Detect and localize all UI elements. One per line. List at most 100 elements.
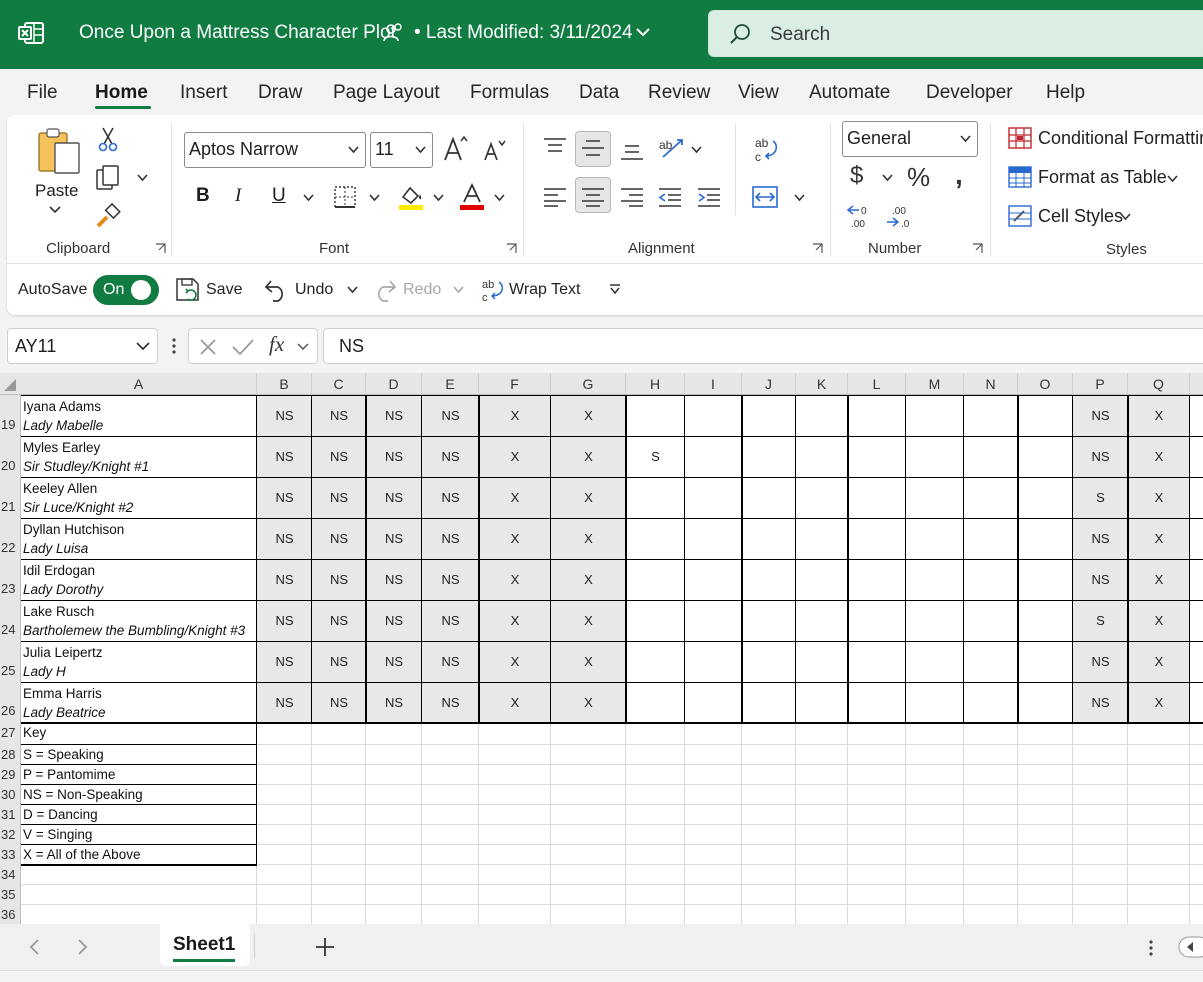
column-header-p[interactable]: P [1073, 373, 1128, 395]
shrink-font-icon[interactable] [483, 139, 507, 163]
increase-decimal-icon[interactable]: 0.00 [845, 203, 875, 229]
wrap-text-icon[interactable]: abc [753, 135, 779, 163]
grow-font-icon[interactable] [443, 135, 469, 163]
search-box[interactable]: Search [708, 10, 1203, 57]
comma-style-icon[interactable]: , [955, 159, 963, 191]
currency-icon[interactable]: $ [850, 162, 863, 190]
more-options-icon[interactable] [171, 337, 177, 355]
paste-icon[interactable] [35, 127, 83, 177]
sheet-tab[interactable]: Sheet1 [160, 924, 250, 966]
dialog-launcher-icon[interactable] [812, 243, 823, 254]
spreadsheet-grid[interactable]: Iyana Adams Lady Mabelle NS NS NS NS X X NS X Myle… [0, 373, 1203, 924]
dialog-launcher-icon[interactable] [972, 243, 983, 254]
column-header-o[interactable]: O [1018, 373, 1073, 395]
percent-icon[interactable]: % [907, 162, 930, 193]
column-header-k[interactable]: K [796, 373, 848, 395]
format-as-table-icon[interactable] [1008, 166, 1032, 188]
wrap-text-button[interactable]: Wrap Text [509, 281, 580, 299]
column-header-m[interactable]: M [906, 373, 964, 395]
format-painter-icon[interactable] [95, 203, 121, 229]
decrease-decimal-icon[interactable]: .00.0 [884, 203, 914, 229]
column-header-n[interactable]: N [964, 373, 1018, 395]
column-header-b[interactable]: B [257, 373, 312, 395]
tab-developer[interactable]: Developer [926, 82, 1013, 104]
bottom-align-icon[interactable] [620, 141, 644, 161]
top-align-icon[interactable] [543, 137, 567, 157]
tab-page-layout[interactable]: Page Layout [333, 82, 440, 104]
undo-button[interactable]: Undo [295, 281, 333, 299]
add-sheet-icon[interactable] [315, 937, 335, 957]
italic-button[interactable]: I [235, 185, 241, 207]
font-color-icon[interactable] [458, 183, 486, 211]
tab-home[interactable]: Home [95, 82, 148, 104]
chevron-down-icon[interactable] [691, 146, 702, 154]
chevron-down-icon[interactable] [136, 342, 150, 351]
chevron-down-icon[interactable] [636, 27, 650, 37]
select-all-icon[interactable] [4, 379, 16, 391]
align-left-icon[interactable] [543, 187, 567, 207]
tab-view[interactable]: View [738, 82, 779, 104]
cancel-icon[interactable] [199, 338, 217, 356]
tab-insert[interactable]: Insert [180, 82, 228, 104]
dialog-launcher-icon[interactable] [155, 243, 166, 254]
dialog-launcher-icon[interactable] [506, 243, 517, 254]
font-size-select[interactable]: 11 [370, 132, 433, 168]
chevron-down-icon[interactable] [453, 286, 464, 294]
autosave-toggle[interactable]: On [93, 275, 159, 305]
increase-indent-icon[interactable] [697, 187, 721, 207]
tab-formulas[interactable]: Formulas [470, 82, 549, 104]
column-header-c[interactable]: C [312, 373, 366, 395]
align-center-icon[interactable] [581, 187, 605, 207]
tab-file[interactable]: File [27, 82, 58, 104]
column-header-l[interactable]: L [848, 373, 906, 395]
middle-align-icon[interactable] [581, 139, 605, 159]
conditional-formatting-button[interactable]: Conditional Formatting [1038, 128, 1203, 149]
chevron-down-icon[interactable] [49, 206, 61, 214]
chevron-down-icon[interactable] [297, 343, 309, 351]
chevron-down-icon[interactable] [794, 194, 805, 202]
format-as-table-button[interactable]: Format as Table [1038, 167, 1167, 188]
fill-color-icon[interactable] [397, 183, 425, 211]
document-title[interactable]: Once Upon a Mattress Character Plot [79, 22, 396, 44]
merge-center-icon[interactable] [752, 185, 778, 209]
column-header-a[interactable]: A [21, 373, 257, 395]
tab-data[interactable]: Data [579, 82, 619, 104]
column-header-h[interactable]: H [626, 373, 685, 395]
column-header-j[interactable]: J [742, 373, 796, 395]
redo-icon[interactable] [372, 277, 398, 303]
column-header-e[interactable]: E [422, 373, 479, 395]
decrease-indent-icon[interactable] [658, 187, 682, 207]
cell-styles-icon[interactable] [1008, 205, 1032, 227]
borders-icon[interactable] [333, 185, 357, 209]
orientation-icon[interactable]: ab [657, 135, 685, 159]
tab-review[interactable]: Review [648, 82, 710, 104]
copy-icon[interactable] [95, 165, 121, 191]
font-name-select[interactable]: Aptos Narrow [184, 132, 366, 168]
last-modified[interactable]: • Last Modified: 3/11/2024 [414, 22, 633, 44]
column-header-i[interactable]: I [685, 373, 742, 395]
column-header-f[interactable]: F [479, 373, 551, 395]
formula-input[interactable]: NS [323, 328, 1203, 364]
tab-automate[interactable]: Automate [809, 82, 890, 104]
wrap-text-icon[interactable]: abc [481, 277, 505, 303]
redo-button[interactable]: Redo [403, 281, 441, 299]
chevron-left-icon[interactable] [28, 938, 40, 956]
chevron-down-icon[interactable] [137, 174, 148, 182]
column-header-q[interactable]: Q [1128, 373, 1190, 395]
paste-button[interactable]: Paste [35, 181, 78, 201]
column-header-d[interactable]: D [366, 373, 422, 395]
cut-icon[interactable] [97, 126, 119, 152]
more-options-icon[interactable] [1148, 939, 1154, 957]
chevron-right-icon[interactable] [77, 938, 89, 956]
enter-check-icon[interactable] [231, 338, 255, 356]
chevron-down-icon[interactable] [1120, 213, 1131, 221]
column-header-g[interactable]: G [551, 373, 626, 395]
name-box[interactable]: AY11 [7, 328, 158, 364]
bold-button[interactable]: B [196, 185, 210, 207]
chevron-down-icon[interactable] [369, 194, 380, 202]
chevron-down-icon[interactable] [882, 174, 893, 182]
tab-draw[interactable]: Draw [258, 82, 302, 104]
number-format-select[interactable]: General [842, 121, 978, 157]
save-icon[interactable] [175, 277, 201, 303]
tab-help[interactable]: Help [1046, 82, 1085, 104]
